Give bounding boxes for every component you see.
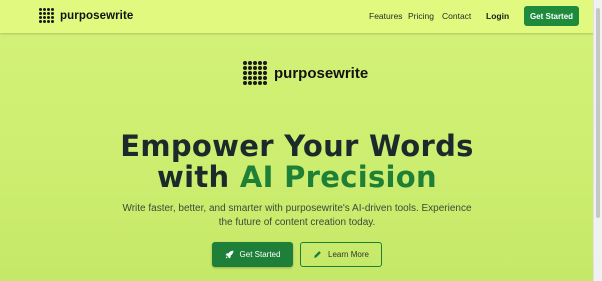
hero-brand-name: purposewrite — [274, 64, 369, 82]
learn-more-button[interactable]: Learn More — [300, 242, 382, 267]
dot-grid-logo-icon — [243, 61, 267, 85]
hero-get-started-label: Get Started — [239, 250, 281, 259]
login-link[interactable]: Login — [486, 11, 509, 21]
scrollbar-thumb[interactable] — [596, 8, 600, 218]
nav-brand-name: purposewrite — [60, 9, 134, 22]
nav-link-contact[interactable]: Contact — [442, 11, 471, 21]
hero-subtitle: Write faster, better, and smarter with p… — [122, 203, 472, 228]
rocket-icon — [225, 250, 234, 259]
nav-link-features[interactable]: Features — [369, 11, 403, 21]
hero-headline-line2: with AI Precision — [0, 160, 594, 194]
nav-link-pricing[interactable]: Pricing — [408, 11, 434, 21]
hero-get-started-button[interactable]: Get Started — [212, 242, 293, 267]
headline-prefix: with — [157, 160, 240, 194]
top-navbar: purposewrite Features Pricing Contact Lo… — [0, 0, 594, 33]
hero-brand: purposewrite — [243, 61, 368, 85]
learn-more-label: Learn More — [328, 250, 369, 259]
pen-icon — [313, 250, 322, 259]
headline-accent: AI Precision — [239, 160, 437, 194]
nav-get-started-button[interactable]: Get Started — [524, 6, 579, 26]
nav-brand-link[interactable]: purposewrite — [39, 8, 133, 23]
page-scrollbar[interactable] — [593, 0, 602, 281]
dot-grid-logo-icon — [39, 8, 54, 23]
hero-headline-line1: Empower Your Words — [120, 129, 474, 163]
